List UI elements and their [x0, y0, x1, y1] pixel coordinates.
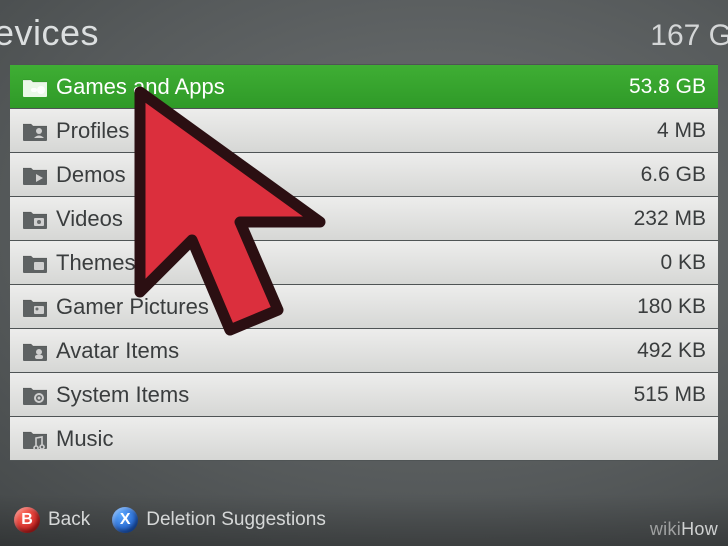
storage-row[interactable]: Themes0 KB: [10, 241, 718, 285]
storage-row-label: Profiles: [52, 118, 657, 144]
storage-row-size: 6.6 GB: [641, 163, 706, 187]
total-size: 167 G: [650, 19, 728, 53]
storage-row[interactable]: Games and Apps53.8 GB: [10, 65, 718, 109]
x-button-icon: X: [112, 507, 138, 533]
storage-row[interactable]: System Items515 MB: [10, 373, 718, 417]
storage-row-size: 4 MB: [657, 119, 706, 143]
storage-row-label: Themes: [52, 250, 660, 276]
avatar-items-icon: [18, 340, 52, 362]
storage-row[interactable]: Videos232 MB: [10, 197, 718, 241]
storage-row-size: 0 KB: [660, 251, 706, 275]
storage-row-label: Music: [52, 426, 706, 452]
storage-row-label: Gamer Pictures: [52, 294, 637, 320]
storage-row-size: 180 KB: [637, 295, 706, 319]
storage-row[interactable]: Music: [10, 417, 718, 461]
system-items-icon: [18, 384, 52, 406]
storage-row-label: Avatar Items: [52, 338, 637, 364]
music-icon: [18, 428, 52, 450]
b-button-icon: B: [14, 507, 40, 533]
storage-row[interactable]: Gamer Pictures180 KB: [10, 285, 718, 329]
videos-icon: [18, 208, 52, 230]
gamer-pictures-icon: [18, 296, 52, 318]
footer-bar: B Back X Deletion Suggestions: [0, 494, 728, 546]
storage-row-size: 492 KB: [637, 339, 706, 363]
storage-row[interactable]: Avatar Items492 KB: [10, 329, 718, 373]
storage-row-label: Videos: [52, 206, 634, 232]
profiles-icon: [18, 120, 52, 142]
storage-row-size: 515 MB: [634, 383, 706, 407]
storage-row[interactable]: Profiles4 MB: [10, 109, 718, 153]
storage-row-label: Demos: [52, 162, 641, 188]
storage-row-size: 53.8 GB: [629, 75, 706, 99]
storage-row-size: 232 MB: [634, 207, 706, 231]
storage-category-list: Games and Apps53.8 GBProfiles4 MBDemos6.…: [10, 64, 718, 461]
storage-row-label: Games and Apps: [52, 74, 629, 100]
deletion-suggestions-button[interactable]: X Deletion Suggestions: [112, 507, 326, 533]
page-title: evices: [0, 12, 99, 54]
header: evices 167 G: [0, 0, 728, 64]
themes-icon: [18, 252, 52, 274]
storage-row[interactable]: Demos6.6 GB: [10, 153, 718, 197]
demos-icon: [18, 164, 52, 186]
games-apps-icon: [18, 76, 52, 98]
back-button[interactable]: B Back: [14, 507, 90, 533]
back-label: Back: [48, 509, 90, 531]
storage-row-label: System Items: [52, 382, 634, 408]
deletion-suggestions-label: Deletion Suggestions: [146, 509, 326, 531]
watermark: wikiHow: [650, 519, 718, 540]
